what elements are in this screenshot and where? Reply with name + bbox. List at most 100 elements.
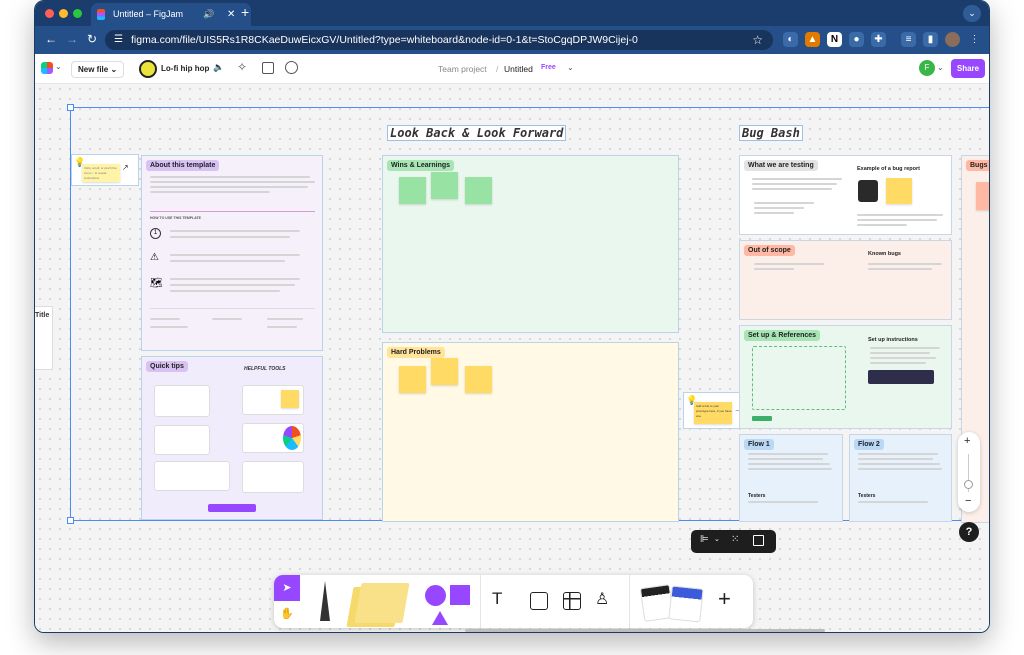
new-tab-button[interactable]: + xyxy=(241,4,249,20)
music-disc-icon[interactable] xyxy=(139,60,157,78)
resize-handle[interactable] xyxy=(67,517,74,524)
plan-badge[interactable]: Free xyxy=(541,64,556,71)
text-line xyxy=(858,468,942,470)
text-icon[interactable]: T xyxy=(492,589,502,609)
sticky-note[interactable] xyxy=(431,358,458,385)
notion-icon[interactable]: N xyxy=(827,32,842,47)
horizontal-scrollbar[interactable] xyxy=(465,629,825,632)
reload-icon[interactable]: ↻ xyxy=(87,32,97,46)
hand-icon[interactable]: ✋ xyxy=(274,601,300,628)
back-icon[interactable]: ← xyxy=(45,32,57,46)
zoom-control[interactable]: + − xyxy=(958,432,980,512)
close-tab-icon[interactable]: ✕ xyxy=(227,3,235,26)
extension-icon[interactable]: ▲ xyxy=(805,32,820,47)
comment-icon[interactable] xyxy=(285,61,298,74)
flow-2-section[interactable]: Flow 2 Testers xyxy=(849,434,952,522)
quick-tips-section[interactable]: Quick tips HELPFUL TOOLS xyxy=(141,356,323,520)
frame-icon[interactable] xyxy=(753,535,764,546)
chevron-down-icon[interactable]: ⌄ xyxy=(714,535,720,543)
sticky-note[interactable] xyxy=(976,182,989,210)
reference-placeholder[interactable] xyxy=(752,346,846,410)
bug-bash-heading[interactable]: Bug Bash xyxy=(739,125,803,141)
figjam-menu-icon[interactable] xyxy=(41,62,53,74)
table-icon[interactable] xyxy=(563,592,581,610)
text-line xyxy=(870,362,926,364)
text-line xyxy=(170,284,295,286)
browser-tab[interactable]: Untitled – FigJam 🔊 ✕ xyxy=(91,3,251,26)
wins-learnings-section[interactable]: Wins & Learnings xyxy=(382,155,679,333)
shapes-icon[interactable] xyxy=(450,585,470,605)
sticky-note[interactable] xyxy=(465,177,492,204)
volume-icon[interactable]: 🔈 xyxy=(213,62,224,73)
sticky-note[interactable] xyxy=(431,172,458,199)
puzzle-icon[interactable]: ✚ xyxy=(871,32,886,47)
section-icon[interactable] xyxy=(530,592,548,610)
minimize-window-button[interactable] xyxy=(59,9,68,18)
chevron-down-icon[interactable]: ⌄ xyxy=(567,63,574,72)
file-name[interactable]: Untitled xyxy=(504,64,533,74)
shapes-icon[interactable] xyxy=(432,611,448,625)
tab-search-button[interactable]: ⌄ xyxy=(963,5,981,22)
layout-icon[interactable] xyxy=(262,62,274,74)
browser-menu-icon[interactable]: ⋮ xyxy=(967,32,982,47)
sticky-note[interactable] xyxy=(399,177,426,204)
flow-1-section[interactable]: Flow 1 Testers xyxy=(739,434,843,522)
see-all-tips-button[interactable] xyxy=(208,504,256,512)
zoom-out-icon[interactable]: − xyxy=(965,495,971,507)
about-template-section[interactable]: About this template HOW TO USE THIS TEMP… xyxy=(141,155,323,351)
speaker-icon[interactable]: 🔊 xyxy=(203,3,214,26)
phone-screenshot xyxy=(858,180,878,202)
zoom-in-icon[interactable]: + xyxy=(964,435,970,447)
site-settings-icon[interactable]: ☰ xyxy=(114,30,123,50)
sticky-note[interactable] xyxy=(465,366,492,393)
instruction-sticky[interactable]: Click, scroll, or pinch the zoom ○ to re… xyxy=(82,164,120,182)
shapes-icon[interactable] xyxy=(425,585,446,606)
chevron-down-icon[interactable]: ⌄ xyxy=(937,63,944,72)
grid-icon[interactable]: ⁙ xyxy=(731,534,739,545)
prototype-sticky[interactable]: Add a link to your prototype here, if yo… xyxy=(694,402,732,424)
stamp-icon[interactable]: ♙ xyxy=(595,589,609,609)
hard-problems-section[interactable]: Hard Problems xyxy=(382,342,679,522)
resize-handle[interactable] xyxy=(67,104,74,111)
music-label[interactable]: Lo-fi hip hop xyxy=(161,64,209,73)
ai-sparkle-icon[interactable]: ✧ xyxy=(237,60,247,74)
whiteboard-canvas[interactable]: Title Look Back & Look Forward Bug Bash … xyxy=(35,84,989,632)
text-line xyxy=(858,453,938,455)
breadcrumb-separator: / xyxy=(496,64,499,74)
share-button[interactable]: Share xyxy=(951,59,985,78)
zoom-slider-thumb[interactable] xyxy=(964,480,973,489)
prototype-text: Add a link to your prototype here, if yo… xyxy=(696,404,732,418)
browser-window: Untitled – FigJam 🔊 ✕ + ⌄ ← → ↻ ☰ figma.… xyxy=(34,0,990,633)
pen-icon[interactable] xyxy=(320,581,330,621)
sticky-note[interactable] xyxy=(399,366,426,393)
forward-icon[interactable]: → xyxy=(66,32,78,46)
plus-icon[interactable]: + xyxy=(718,586,731,612)
tab-groups-icon[interactable]: ≡ xyxy=(901,32,916,47)
quick-tips-label: Quick tips xyxy=(146,361,188,372)
out-of-scope-section[interactable]: Out of scope Known bugs xyxy=(739,240,952,320)
left-section-stub[interactable]: Title xyxy=(35,306,53,370)
new-file-button[interactable]: New file ⌄ xyxy=(71,61,125,78)
extension-icon[interactable]: ◐ xyxy=(783,32,798,47)
team-project-link[interactable]: Team project xyxy=(438,64,487,74)
user-avatar[interactable]: F xyxy=(919,60,935,76)
chevron-down-icon[interactable]: ⌄ xyxy=(55,62,62,71)
templates-icon[interactable] xyxy=(668,585,704,623)
pointer-icon[interactable]: ➤ xyxy=(274,575,300,601)
look-back-heading[interactable]: Look Back & Look Forward xyxy=(387,125,567,141)
sidebar-icon[interactable]: ▮ xyxy=(923,32,938,47)
help-icon[interactable]: ? xyxy=(959,522,979,542)
align-icon[interactable]: ⊫ xyxy=(700,534,709,545)
url-field[interactable]: ☰ figma.com/file/UIS5Rs1R8CKaeDuwEicxGV/… xyxy=(105,30,773,50)
setup-references-section[interactable]: Set up & References Set up instructions xyxy=(739,325,952,429)
extension-icon[interactable]: ● xyxy=(849,32,864,47)
sticky-note-icon[interactable] xyxy=(354,583,410,623)
profile-avatar[interactable] xyxy=(945,32,960,47)
link-button[interactable] xyxy=(752,416,772,421)
instruction-note-card[interactable]: 💡 Click, scroll, or pinch the zoom ○ to … xyxy=(71,154,139,186)
url-text: figma.com/file/UIS5Rs1R8CKaeDuwEicxGV/Un… xyxy=(131,34,638,46)
maximize-window-button[interactable] xyxy=(73,9,82,18)
bookmark-star-icon[interactable]: ☆ xyxy=(752,30,763,50)
what-testing-section[interactable]: What we are testing Example of a bug rep… xyxy=(739,155,952,235)
close-window-button[interactable] xyxy=(45,9,54,18)
